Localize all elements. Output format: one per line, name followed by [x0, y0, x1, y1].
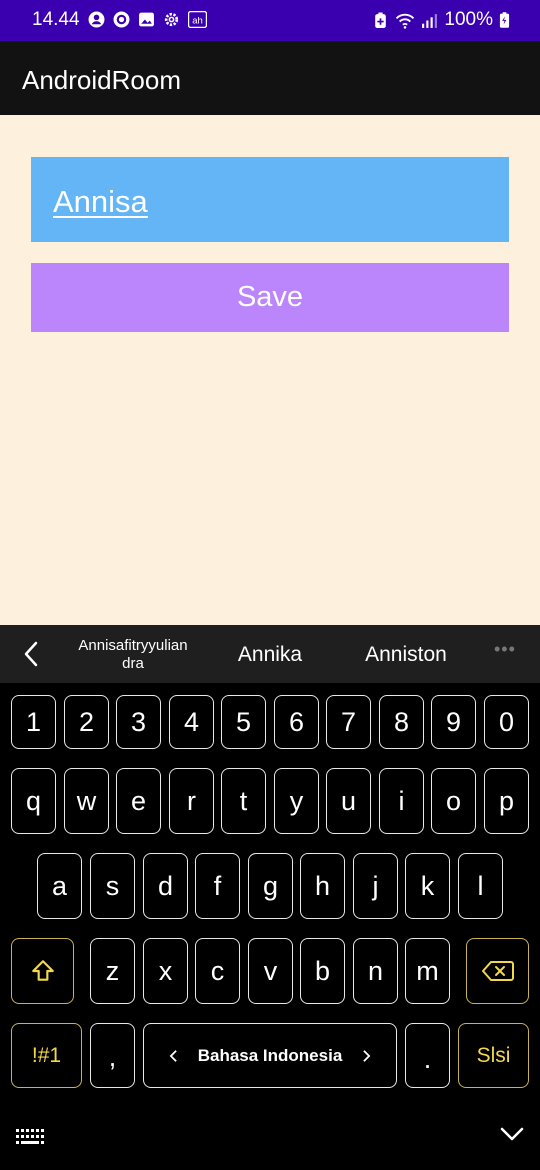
key-s[interactable]: s — [90, 853, 135, 919]
chevron-left-icon[interactable] — [20, 641, 44, 667]
key-i[interactable]: i — [379, 768, 424, 834]
key-j[interactable]: j — [353, 853, 398, 919]
key-8[interactable]: 8 — [379, 695, 424, 749]
key-g[interactable]: g — [248, 853, 293, 919]
space-key[interactable]: Bahasa Indonesia — [143, 1023, 397, 1088]
key-h[interactable]: h — [300, 853, 345, 919]
svg-text:ah: ah — [192, 16, 203, 27]
wifi-icon — [396, 13, 415, 29]
period-key[interactable]: . — [405, 1023, 450, 1088]
key-9[interactable]: 9 — [431, 695, 476, 749]
key-e[interactable]: e — [116, 768, 161, 834]
key-0[interactable]: 0 — [484, 695, 529, 749]
key-d[interactable]: d — [143, 853, 188, 919]
key-a[interactable]: a — [37, 853, 82, 919]
key-p[interactable]: p — [484, 768, 529, 834]
key-u[interactable]: u — [326, 768, 371, 834]
key-q[interactable]: q — [11, 768, 56, 834]
keyboard-grid-icon[interactable] — [16, 1129, 44, 1145]
key-3[interactable]: 3 — [116, 695, 161, 749]
shift-icon — [31, 960, 54, 981]
battery-saver-icon — [375, 12, 387, 28]
space-key-label: Bahasa Indonesia — [197, 1045, 343, 1065]
chevron-down-icon[interactable] — [500, 1126, 524, 1142]
name-input[interactable]: Annisa — [31, 157, 509, 242]
key-x[interactable]: x — [143, 938, 188, 1004]
key-o[interactable]: o — [431, 768, 476, 834]
keyboard-suggestion-bar: Annisafitryyulian dra Annika Anniston ••… — [0, 625, 540, 683]
key-5[interactable]: 5 — [221, 695, 266, 749]
key-l[interactable]: l — [458, 853, 503, 919]
key-f[interactable]: f — [195, 853, 240, 919]
comma-key[interactable]: , — [90, 1023, 135, 1088]
key-1[interactable]: 1 — [11, 695, 56, 749]
more-options-icon[interactable]: ••• — [494, 639, 516, 660]
sync-icon — [113, 11, 130, 28]
backspace-icon — [481, 961, 514, 981]
key-b[interactable]: b — [300, 938, 345, 1004]
suggestion-3[interactable]: Anniston — [350, 643, 462, 667]
battery-percent: 100% — [444, 9, 493, 30]
app-notification-icon: ah — [188, 11, 207, 28]
key-2[interactable]: 2 — [64, 695, 109, 749]
chevron-left-icon — [169, 1049, 177, 1062]
done-key[interactable]: Slsi — [458, 1023, 529, 1088]
suggestion-1[interactable]: Annisafitryyulian dra — [68, 637, 198, 673]
key-m[interactable]: m — [405, 938, 450, 1004]
battery-charging-icon — [499, 12, 510, 28]
app-title: AndroidRoom — [22, 65, 181, 95]
gallery-icon — [139, 12, 154, 27]
key-4[interactable]: 4 — [169, 695, 214, 749]
signal-icon — [422, 13, 438, 28]
key-6[interactable]: 6 — [274, 695, 319, 749]
key-y[interactable]: y — [274, 768, 319, 834]
key-t[interactable]: t — [221, 768, 266, 834]
backspace-key[interactable] — [466, 938, 529, 1004]
chevron-right-icon — [363, 1049, 371, 1062]
key-n[interactable]: n — [353, 938, 398, 1004]
shift-key[interactable] — [11, 938, 74, 1004]
save-button[interactable]: Save — [31, 263, 509, 332]
key-r[interactable]: r — [169, 768, 214, 834]
suggestion-2[interactable]: Annika — [220, 643, 320, 667]
key-z[interactable]: z — [90, 938, 135, 1004]
settings-icon — [164, 12, 179, 27]
app-bar: AndroidRoom — [0, 41, 540, 115]
name-input-value[interactable]: Annisa — [53, 184, 148, 220]
key-7[interactable]: 7 — [326, 695, 371, 749]
account-circle-icon — [88, 11, 105, 28]
key-c[interactable]: c — [195, 938, 240, 1004]
key-w[interactable]: w — [64, 768, 109, 834]
status-time: 14.44 — [32, 9, 80, 30]
key-k[interactable]: k — [405, 853, 450, 919]
symbols-key[interactable]: !#1 — [11, 1023, 82, 1088]
status-bar: 14.44 ah 100% — [0, 0, 540, 41]
keyboard: 1 2 3 4 5 6 7 8 9 0 q w e r t y u i o p … — [0, 683, 540, 1170]
key-v[interactable]: v — [248, 938, 293, 1004]
